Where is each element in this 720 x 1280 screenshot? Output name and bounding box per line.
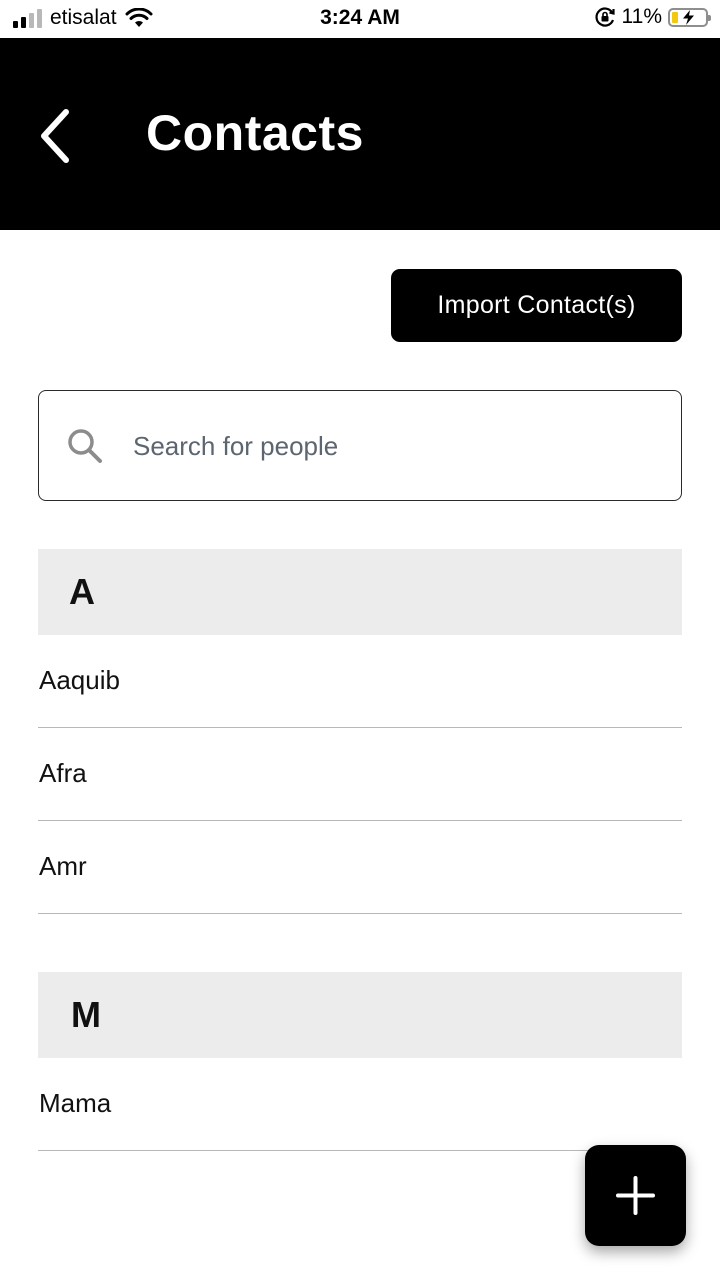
- contact-name: Amr: [39, 851, 87, 881]
- contact-item-mama[interactable]: Mama: [38, 1058, 682, 1151]
- battery-percent: 11%: [621, 5, 662, 28]
- page-title: Contacts: [146, 105, 364, 161]
- status-right: 11%: [594, 5, 711, 29]
- contact-item-afra[interactable]: Afra: [38, 728, 682, 821]
- search-icon: [68, 429, 102, 463]
- contact-item-amr[interactable]: Amr: [38, 821, 682, 914]
- section-letter: A: [69, 571, 95, 612]
- add-contact-button[interactable]: [585, 1145, 686, 1246]
- status-bar: etisalat 3:24 AM 11%: [0, 0, 720, 38]
- contact-name: Afra: [39, 758, 87, 788]
- rotation-lock-icon: [594, 7, 615, 27]
- back-button[interactable]: [36, 108, 76, 164]
- chevron-left-icon: [41, 109, 69, 163]
- app-header: Contacts: [0, 38, 720, 230]
- section-header-a: A: [38, 549, 682, 635]
- contact-name: Mama: [39, 1088, 112, 1118]
- section-letter: M: [71, 994, 101, 1035]
- search-field[interactable]: [38, 390, 682, 501]
- contact-item-aaquib[interactable]: Aaquib: [38, 635, 682, 728]
- section-header-m: M: [38, 972, 682, 1058]
- battery-charging-icon: [668, 7, 711, 27]
- search-input[interactable]: [131, 421, 655, 471]
- import-contacts-button[interactable]: Import Contact(s): [391, 269, 682, 342]
- contact-name: Aaquib: [39, 665, 120, 695]
- plus-icon: [616, 1176, 655, 1215]
